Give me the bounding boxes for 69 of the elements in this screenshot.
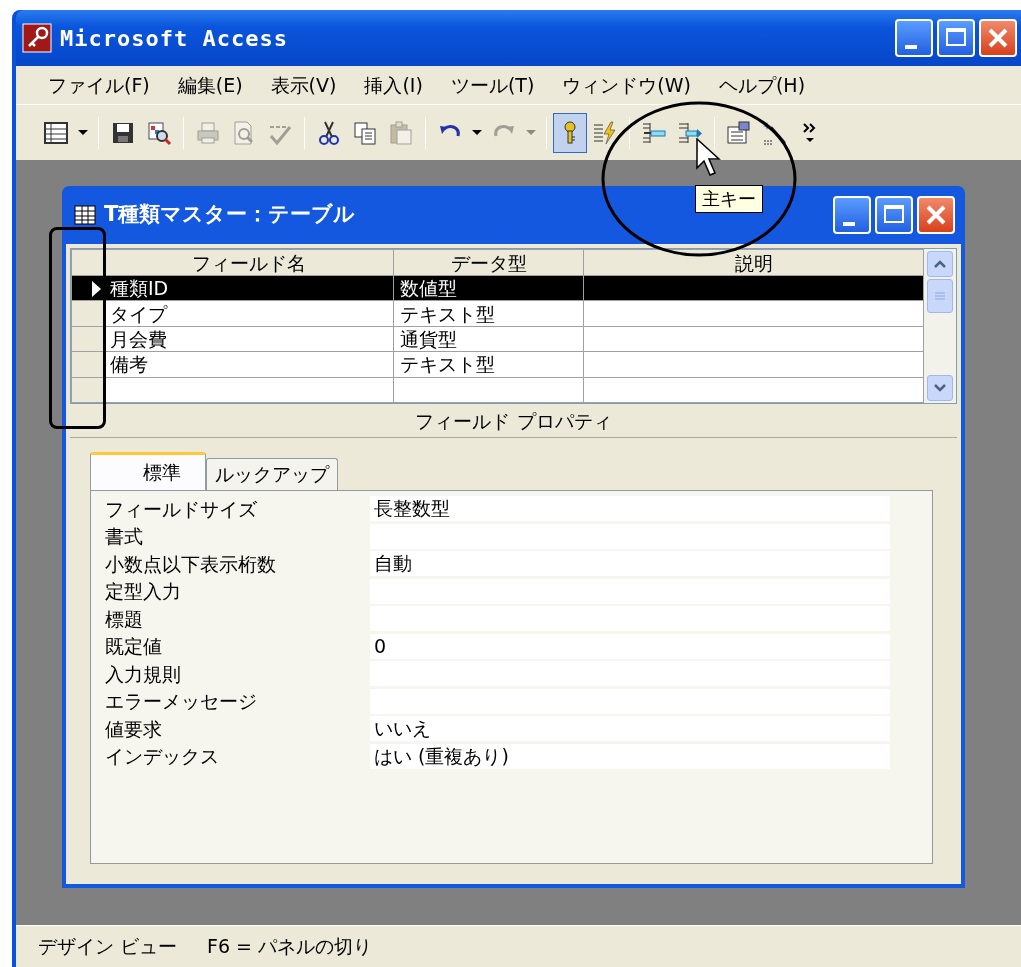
table-cell: 種類ID [110, 277, 169, 300]
property-label: エラーメッセージ [105, 689, 258, 714]
table-cell: 通貨型 [400, 327, 457, 350]
scroll-down-button[interactable] [927, 375, 953, 401]
column-header: フィールド名 [103, 249, 394, 276]
minimize-button[interactable] [833, 196, 871, 234]
table-cell: タイプ [110, 302, 167, 325]
column-header: 説明 [583, 249, 924, 276]
property-label: フィールドサイズ [105, 496, 258, 522]
table-row[interactable]: 種類ID 数値型 [71, 275, 924, 301]
scroll-up-button[interactable] [927, 251, 953, 277]
property-field[interactable]: 0 [370, 633, 890, 659]
property-label: 入力規則 [105, 661, 182, 687]
column-header: データ型 [393, 249, 584, 276]
menu-item[interactable]: 挿入(I) [350, 70, 437, 100]
minimize-button[interactable] [895, 19, 933, 57]
caret-icon [472, 130, 482, 135]
table-cell: テキスト型 [400, 353, 495, 376]
close-button[interactable] [979, 19, 1017, 57]
table-row[interactable]: 月会費 通貨型 [71, 326, 924, 352]
property-field[interactable]: 長整数型 [370, 496, 890, 522]
table-row[interactable]: 備考 テキスト型 [71, 351, 924, 378]
property-label: インデックス [105, 744, 220, 769]
property-label: 定型入力 [105, 579, 182, 604]
properties-icon [725, 118, 753, 147]
property-label: 既定値 [105, 634, 163, 659]
table-cell: テキスト型 [400, 302, 495, 325]
menu-item[interactable]: ツール(T) [436, 70, 549, 100]
property-label: 小数点以下表示桁数 [105, 551, 277, 577]
table-icon [74, 205, 96, 225]
property-label: 標題 [105, 606, 144, 632]
minimize-icon [843, 222, 855, 226]
tooltip: 主キー [695, 185, 763, 213]
property-field[interactable]: 自動 [370, 551, 890, 577]
tab[interactable]: 標準 [90, 452, 206, 490]
menu-item[interactable]: 編集(E) [163, 70, 257, 100]
window-title: Microsoft Access [60, 24, 289, 53]
table-cell: 数値型 [400, 277, 457, 300]
menu-item[interactable]: ウィンドウ(W) [548, 70, 705, 100]
window-title: T種類マスター：テーブル [104, 201, 356, 229]
table-row[interactable] [71, 377, 924, 403]
property-label: 書式 [105, 524, 144, 549]
status-text: デザイン ビュー [38, 934, 178, 960]
caret-icon [526, 130, 536, 135]
key-logo-icon [22, 23, 52, 53]
property-field[interactable]: いいえ [370, 716, 890, 742]
table-cell: 月会費 [110, 327, 167, 350]
key-icon [563, 121, 577, 144]
close-button[interactable] [917, 196, 955, 234]
menu-item[interactable]: 表示(V) [256, 70, 351, 100]
status-text: F6 = パネルの切り [207, 934, 373, 960]
clipboard-icon [387, 118, 415, 147]
minimize-icon [905, 45, 917, 49]
caret-icon [78, 130, 88, 135]
lightning-list-icon [591, 118, 619, 147]
row-selector-header [71, 249, 104, 276]
section-title: フィールド プロパティ [70, 404, 957, 438]
menu-item[interactable]: ヘルプ(H) [704, 70, 820, 100]
table-cell: 備考 [110, 353, 148, 376]
property-label: 値要求 [105, 716, 163, 742]
maximize-button[interactable] [937, 19, 975, 57]
scroll-thumb[interactable] [927, 279, 953, 313]
tab[interactable]: ルックアップ [206, 458, 338, 490]
scrollbar[interactable] [924, 249, 956, 403]
grip-icon [934, 291, 946, 301]
property-field[interactable]: はい (重複あり) [370, 743, 890, 769]
table-row[interactable]: タイプ テキスト型 [71, 300, 924, 327]
menu-item[interactable]: ファイル(F) [34, 70, 164, 100]
maximize-button[interactable] [875, 196, 913, 234]
